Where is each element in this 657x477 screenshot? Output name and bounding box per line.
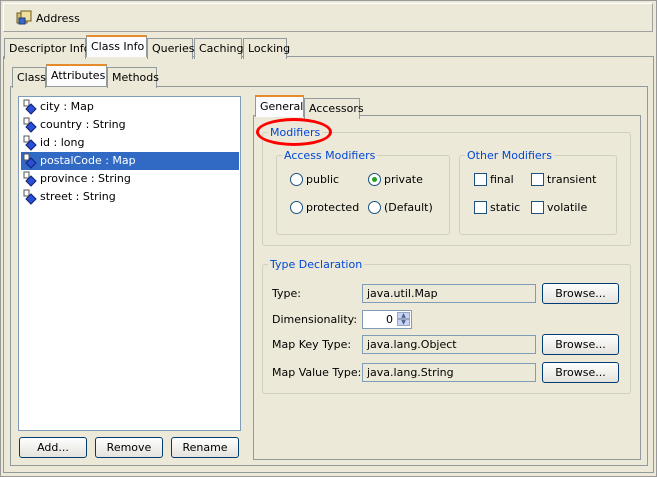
tab-general[interactable]: General [255,95,304,117]
attribute-icon [23,99,37,115]
tab-class[interactable]: Class [12,67,46,88]
attribute-icon [23,135,37,151]
annotation-ellipse [256,118,332,146]
tab-methods[interactable]: Methods [107,67,159,88]
list-item[interactable]: city : Map [21,98,239,116]
spin-up-icon[interactable]: ▲ [397,312,410,319]
tab-attributes[interactable]: Attributes [46,64,107,86]
spin-down-icon[interactable]: ▼ [397,319,410,326]
access-modifiers-group [276,155,450,235]
protected-label: protected [306,201,360,214]
default-label: (Default) [384,201,433,214]
static-label: static [490,201,521,214]
transient-checkbox[interactable] [531,173,544,186]
map-value-browse-button[interactable]: Browse... [542,362,619,383]
other-modifiers-group [459,155,617,235]
map-value-type-field[interactable]: java.lang.String [362,363,536,382]
dimensionality-value: 0 [386,313,393,326]
private-label: private [384,173,423,186]
public-label: public [306,173,340,186]
static-checkbox[interactable] [474,201,487,214]
remove-button[interactable]: Remove [95,437,163,458]
list-item[interactable]: id : long [21,134,239,152]
map-key-browse-button[interactable]: Browse... [542,334,619,355]
tab-queries[interactable]: Queries [147,38,194,59]
type-label: Type: [272,287,301,300]
protected-radio[interactable] [290,201,303,214]
tab-caching[interactable]: Caching [194,38,243,59]
map-value-type-label: Map Value Type: [272,366,362,379]
rename-button[interactable]: Rename [171,437,239,458]
other-modifiers-title: Other Modifiers [465,149,554,162]
type-declaration-title: Type Declaration [268,258,365,271]
window-title: Address [36,12,80,25]
map-key-type-field[interactable]: java.lang.Object [362,335,536,354]
volatile-checkbox[interactable] [531,201,544,214]
list-item[interactable]: street : String [21,188,239,206]
tab-descriptor-info[interactable]: Descriptor Info [4,38,90,59]
attributes-list[interactable]: city : Map country : String id : long po… [18,96,241,431]
add-button[interactable]: Add... [19,437,87,458]
final-label: final [490,173,514,186]
dimensionality-label: Dimensionality: [272,313,358,326]
dimensionality-spinner[interactable]: 0 ▲ ▼ [362,310,412,329]
map-key-type-label: Map Key Type: [272,338,352,351]
volatile-label: volatile [547,201,588,214]
access-modifiers-title: Access Modifiers [282,149,378,162]
spinner-arrows[interactable]: ▲ ▼ [397,312,410,327]
list-item[interactable]: province : String [21,170,239,188]
private-radio[interactable] [368,173,381,186]
type-field[interactable]: java.util.Map [362,284,536,303]
class-icon [16,10,32,25]
public-radio[interactable] [290,173,303,186]
final-checkbox[interactable] [474,173,487,186]
list-item[interactable]: country : String [21,116,239,134]
tab-class-info[interactable]: Class Info [86,35,147,57]
tab-accessors[interactable]: Accessors [304,98,364,119]
type-browse-button[interactable]: Browse... [542,283,619,304]
tab-locking[interactable]: Locking [243,38,290,59]
attribute-icon [23,153,37,169]
list-item[interactable]: postalCode : Map [21,152,239,170]
default-radio[interactable] [368,201,381,214]
attribute-icon [23,117,37,133]
attribute-icon [23,189,37,205]
title-bar: Address [3,3,653,32]
attribute-icon [23,171,37,187]
transient-label: transient [547,173,597,186]
